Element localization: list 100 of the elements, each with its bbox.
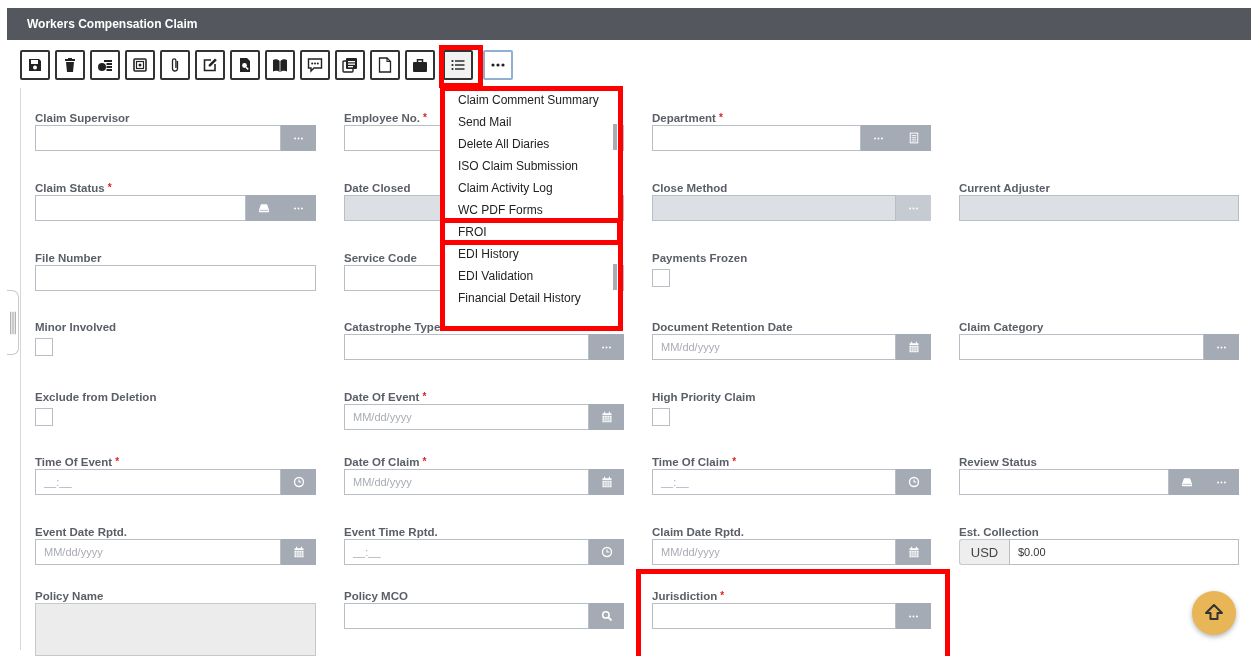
field-label: Event Time Rptd. (344, 526, 438, 539)
time-button[interactable] (589, 539, 624, 565)
coin-list-icon (97, 57, 113, 73)
menu-item[interactable]: Claim Activity Log (458, 181, 553, 195)
field-label: Minor Involved (35, 321, 117, 334)
browse-button[interactable] (1204, 469, 1239, 495)
input-field[interactable] (344, 603, 589, 629)
scrollbar-thumb[interactable] (613, 264, 617, 290)
time-button[interactable] (896, 469, 931, 495)
required-mark: * (422, 456, 427, 468)
calendar-icon (600, 411, 613, 423)
required-mark: * (718, 112, 723, 124)
required-mark: * (422, 391, 427, 403)
currency-prefix: USD (959, 539, 1009, 565)
input-field[interactable] (652, 125, 861, 151)
input-field[interactable] (652, 603, 896, 629)
browse-button[interactable] (281, 125, 316, 151)
input-field[interactable]: __:__ (344, 539, 589, 565)
input-field[interactable]: $0.00 (1009, 539, 1239, 565)
input-field[interactable]: __:__ (35, 469, 281, 495)
field-label: Policy MCO (344, 590, 408, 603)
calendar-icon (292, 546, 305, 558)
clock-icon (292, 476, 305, 488)
required-mark: * (720, 590, 725, 602)
calendar-button[interactable] (589, 469, 624, 495)
input-field[interactable]: MM/dd/yyyy (652, 539, 896, 565)
field-label: Time Of Claim (652, 456, 730, 469)
time-button[interactable] (281, 469, 316, 495)
list-icon (450, 57, 466, 73)
input-field[interactable]: __:__ (652, 469, 896, 495)
toolbar-button[interactable] (335, 50, 365, 80)
input-field[interactable] (959, 469, 1169, 495)
required-mark: * (115, 456, 120, 468)
required-mark: * (107, 182, 112, 194)
tray-icon (257, 202, 270, 214)
scrollbar-thumb[interactable] (613, 124, 617, 150)
menu-item[interactable]: EDI Validation (458, 269, 534, 283)
scroll-top-button[interactable] (1192, 591, 1236, 635)
field-label: Claim Category (959, 321, 1044, 334)
toolbar-button[interactable] (125, 50, 155, 80)
menu-item[interactable]: Claim Comment Summary (458, 93, 599, 107)
toolbar-button[interactable] (230, 50, 260, 80)
toolbar-button[interactable] (195, 50, 225, 80)
tray-icon (1180, 476, 1193, 488)
menu-item[interactable]: Financial Detail History (458, 291, 581, 305)
menu-item[interactable]: Delete All Diaries (458, 137, 550, 151)
input-field[interactable] (35, 265, 316, 291)
input-field[interactable] (344, 334, 589, 360)
document-icon (907, 132, 920, 144)
tray-button[interactable] (246, 195, 281, 221)
field-label: Time Of Event (35, 456, 113, 469)
menu-item[interactable]: Send Mail (458, 115, 512, 129)
calendar-button[interactable] (896, 539, 931, 565)
checkbox[interactable] (652, 408, 670, 426)
menu-button[interactable] (443, 50, 473, 80)
checkbox[interactable] (652, 269, 670, 287)
document-search-icon (237, 57, 253, 73)
menu-item[interactable]: EDI History (458, 247, 519, 261)
field-label: Policy Name (35, 590, 104, 603)
browse-button[interactable] (281, 195, 316, 221)
browse-button[interactable] (589, 334, 624, 360)
calendar-icon (600, 476, 613, 488)
menu-item[interactable]: WC PDF Forms (458, 203, 543, 217)
browse-button[interactable] (861, 125, 896, 151)
toolbar-button[interactable] (265, 50, 295, 80)
comment-icon (307, 57, 323, 73)
field-label: High Priority Claim (652, 391, 756, 404)
calendar-button[interactable] (896, 334, 931, 360)
field-label: Current Adjuster (959, 182, 1050, 195)
input-field[interactable]: MM/dd/yyyy (344, 404, 589, 430)
toolbar-button[interactable] (300, 50, 330, 80)
input-field[interactable]: MM/dd/yyyy (652, 334, 896, 360)
input-field[interactable]: MM/dd/yyyy (344, 469, 589, 495)
required-mark: * (423, 112, 427, 124)
input-field[interactable] (35, 195, 246, 221)
menu-item[interactable]: ISO Claim Submission (458, 159, 579, 173)
input-field[interactable]: MM/dd/yyyy (35, 539, 281, 565)
field-label: Claim Status (35, 182, 105, 195)
toolbar-button[interactable] (405, 50, 435, 80)
browse-button[interactable] (896, 603, 931, 629)
tray-button[interactable] (1169, 469, 1204, 495)
toolbar-button[interactable] (370, 50, 400, 80)
toolbar-button[interactable] (20, 50, 50, 80)
field-label: Date Closed (344, 182, 411, 195)
side-panel-handle[interactable] (7, 290, 19, 355)
input-field[interactable] (35, 125, 281, 151)
toolbar-button[interactable] (90, 50, 120, 80)
checkbox[interactable] (35, 338, 53, 356)
calendar-button[interactable] (281, 539, 316, 565)
more-button[interactable] (483, 50, 513, 80)
input-field[interactable] (959, 334, 1204, 360)
toolbar-button[interactable] (160, 50, 190, 80)
checkbox[interactable] (35, 408, 53, 426)
browse-button[interactable] (896, 195, 931, 221)
browse-button[interactable] (1204, 334, 1239, 360)
search-button[interactable] (589, 603, 624, 629)
calendar-button[interactable] (589, 404, 624, 430)
menu-item[interactable]: FROI (458, 225, 487, 239)
toolbar-button[interactable] (55, 50, 85, 80)
list-button[interactable] (896, 125, 931, 151)
